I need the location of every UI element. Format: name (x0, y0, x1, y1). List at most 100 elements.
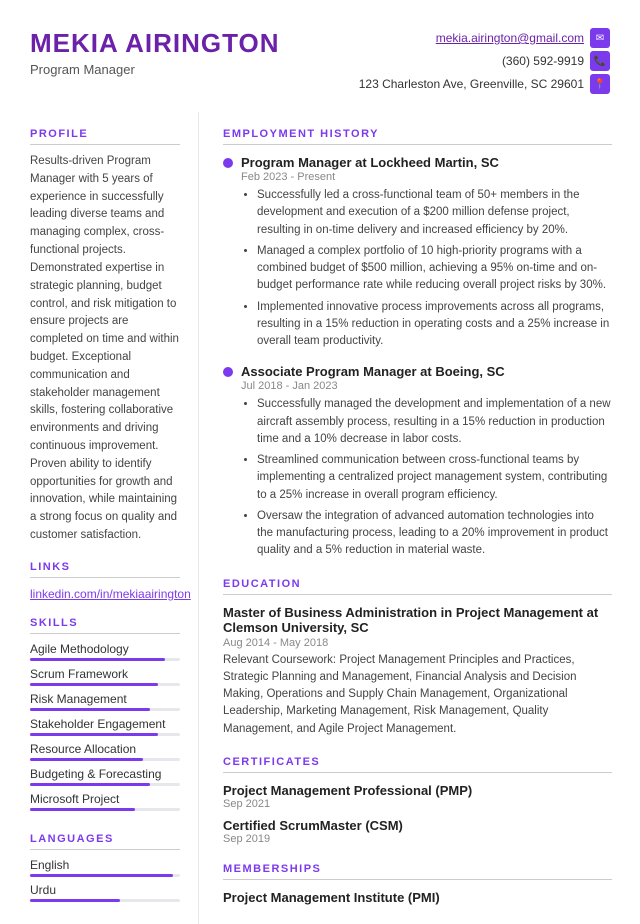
skill-name: Resource Allocation (30, 742, 180, 756)
links-section-title: LINKS (30, 561, 180, 573)
job-dot (223, 367, 233, 377)
header-right: mekia.airington@gmail.com ✉ (360) 592-99… (359, 28, 610, 94)
skill-name: Microsoft Project (30, 792, 180, 806)
employment-section-title: EMPLOYMENT HISTORY (223, 128, 612, 140)
job-title: Program Manager at Lockheed Martin, SC (241, 155, 499, 170)
cert-title: Certified ScrumMaster (CSM) (223, 818, 612, 833)
left-column: PROFILE Results-driven Program Manager w… (0, 112, 198, 924)
skill-bar-bg (30, 758, 180, 761)
skills-list: Agile Methodology Scrum Framework Risk M… (30, 642, 180, 817)
skill-bar-fill (30, 708, 150, 711)
email-icon: ✉ (590, 28, 610, 48)
memberships-divider (223, 879, 612, 880)
address-row: 123 Charleston Ave, Greenville, SC 29601… (359, 74, 610, 94)
skill-item: Scrum Framework (30, 667, 180, 686)
languages-section-title: LANGUAGES (30, 833, 180, 845)
phone-text: (360) 592-9919 (502, 54, 584, 68)
language-bar-bg (30, 874, 180, 877)
memberships-section-title: MEMBERSHIPS (223, 863, 612, 875)
language-bar-fill (30, 899, 120, 902)
cert-date: Sep 2019 (223, 833, 612, 845)
resume-container: MEKIA AIRINGTON Program Manager mekia.ai… (0, 0, 640, 924)
skill-bar-fill (30, 683, 158, 686)
job-header: Associate Program Manager at Boeing, SC (223, 364, 612, 379)
language-item: English (30, 858, 180, 877)
education-section-title: EDUCATION (223, 578, 612, 590)
certificates-section-title: CERTIFICATES (223, 756, 612, 768)
phone-icon: 📞 (590, 51, 610, 71)
skill-bar-fill (30, 658, 165, 661)
certificates-list: Project Management Professional (PMP) Se… (223, 783, 612, 845)
memberships-list: Project Management Institute (PMI) (223, 890, 612, 905)
education-degree: Master of Business Administration in Pro… (223, 605, 612, 635)
job-dot (223, 158, 233, 168)
job-bullet: Streamlined communication between cross-… (257, 452, 612, 504)
job-item: Program Manager at Lockheed Martin, SC F… (223, 155, 612, 350)
location-icon: 📍 (590, 74, 610, 94)
language-name: English (30, 858, 180, 872)
candidate-title: Program Manager (30, 62, 279, 77)
job-bullets: Successfully managed the development and… (243, 396, 612, 559)
languages-list: English Urdu (30, 858, 180, 908)
education-dates: Aug 2014 - May 2018 (223, 637, 612, 649)
language-name: Urdu (30, 883, 180, 897)
address-text: 123 Charleston Ave, Greenville, SC 29601 (359, 77, 584, 91)
profile-text: Results-driven Program Manager with 5 ye… (30, 153, 180, 545)
cert-item: Certified ScrumMaster (CSM) Sep 2019 (223, 818, 612, 845)
header: MEKIA AIRINGTON Program Manager mekia.ai… (0, 0, 640, 112)
body: PROFILE Results-driven Program Manager w… (0, 112, 640, 924)
job-dates: Jul 2018 - Jan 2023 (241, 380, 612, 392)
links-divider (30, 577, 180, 578)
job-bullet: Managed a complex portfolio of 10 high-p… (257, 243, 612, 295)
links-section: linkedin.com/in/mekiaairington (30, 586, 180, 601)
job-dates: Feb 2023 - Present (241, 171, 612, 183)
job-item: Associate Program Manager at Boeing, SC … (223, 364, 612, 559)
skill-bar-bg (30, 708, 180, 711)
skill-name: Agile Methodology (30, 642, 180, 656)
skill-bar-bg (30, 783, 180, 786)
skill-bar-bg (30, 683, 180, 686)
education-divider (223, 594, 612, 595)
jobs-list: Program Manager at Lockheed Martin, SC F… (223, 155, 612, 560)
language-bar-bg (30, 899, 180, 902)
skill-name: Budgeting & Forecasting (30, 767, 180, 781)
membership-item: Project Management Institute (PMI) (223, 890, 612, 905)
skill-name: Scrum Framework (30, 667, 180, 681)
skills-section-title: SKILLS (30, 617, 180, 629)
skill-item: Agile Methodology (30, 642, 180, 661)
cert-item: Project Management Professional (PMP) Se… (223, 783, 612, 810)
profile-divider (30, 144, 180, 145)
skill-item: Budgeting & Forecasting (30, 767, 180, 786)
skill-bar-fill (30, 808, 135, 811)
linkedin-link[interactable]: linkedin.com/in/mekiaairington (30, 587, 191, 601)
header-left: MEKIA AIRINGTON Program Manager (30, 28, 279, 77)
job-header: Program Manager at Lockheed Martin, SC (223, 155, 612, 170)
skill-bar-fill (30, 783, 150, 786)
job-title: Associate Program Manager at Boeing, SC (241, 364, 505, 379)
skill-item: Risk Management (30, 692, 180, 711)
languages-divider (30, 849, 180, 850)
cert-title: Project Management Professional (PMP) (223, 783, 612, 798)
language-bar-fill (30, 874, 173, 877)
skill-name: Risk Management (30, 692, 180, 706)
job-bullet: Oversaw the integration of advanced auto… (257, 508, 612, 560)
skill-bar-bg (30, 733, 180, 736)
education-desc: Relevant Coursework: Project Management … (223, 652, 612, 738)
skills-divider (30, 633, 180, 634)
profile-section-title: PROFILE (30, 128, 180, 140)
job-bullet: Implemented innovative process improveme… (257, 299, 612, 351)
cert-date: Sep 2021 (223, 798, 612, 810)
skill-name: Stakeholder Engagement (30, 717, 180, 731)
job-bullet: Successfully managed the development and… (257, 396, 612, 448)
language-item: Urdu (30, 883, 180, 902)
membership-title: Project Management Institute (PMI) (223, 890, 612, 905)
skill-bar-bg (30, 808, 180, 811)
job-bullet: Successfully led a cross-functional team… (257, 187, 612, 239)
skill-item: Microsoft Project (30, 792, 180, 811)
skill-bar-bg (30, 658, 180, 661)
email-link[interactable]: mekia.airington@gmail.com (436, 31, 584, 45)
certificates-divider (223, 772, 612, 773)
candidate-name: MEKIA AIRINGTON (30, 28, 279, 59)
skill-bar-fill (30, 758, 143, 761)
skill-bar-fill (30, 733, 158, 736)
